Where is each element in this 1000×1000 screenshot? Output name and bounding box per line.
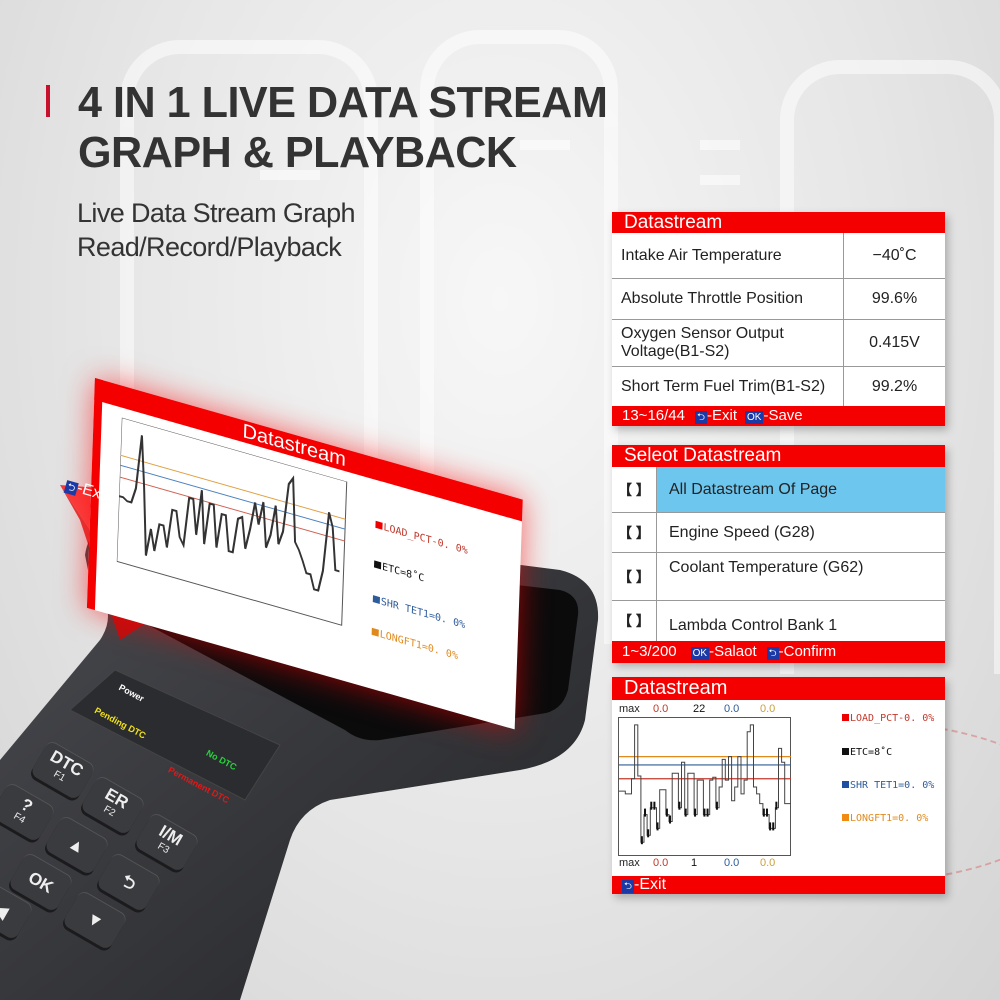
param-name: Intake Air Temperature [612, 233, 844, 278]
etc-marker [644, 808, 647, 817]
graph-panel-footer: ⮌ -Exit [612, 876, 945, 894]
subtitle-line-1: Live Data Stream Graph [77, 198, 356, 228]
max-value-etc: 22 [693, 703, 706, 715]
param-name: Oxygen Sensor Output Voltage(B1-S2) [612, 320, 844, 366]
page-title: 4 IN 1 LIVE DATA STREAM GRAPH & PLAYBACK [78, 78, 608, 178]
back-key-icon: ⮌ [766, 647, 779, 660]
legend-load-pct: LOAD_PCT-0. 0% [842, 713, 934, 724]
legend-swatch [842, 714, 849, 721]
table-row[interactable]: Oxygen Sensor Output Voltage(B1-S2) 0.41… [612, 319, 945, 366]
legend-longft1: LONGFT1=0. 0% [842, 813, 928, 824]
table-row[interactable]: Intake Air Temperature −40˚C [612, 233, 945, 278]
min-value-etc: 1 [691, 857, 698, 869]
ok-key-icon: OK [690, 647, 710, 660]
projected-legend-longft: LONGFT1=0. 0% [371, 627, 458, 662]
min-value-load: 0.0 [653, 857, 669, 869]
graph-bottom-row: max 0.0 1 0.0 0.0 [619, 857, 839, 869]
back-key-icon: ⮌ [622, 880, 635, 893]
etc-marker [762, 808, 765, 817]
datastream-panel-footer: 13~16/44 ⮌ -Exit OK -Save [612, 406, 945, 426]
ok-key-icon: OK [745, 411, 764, 424]
table-row[interactable]: Short Term Fuel Trim(B1-S2) 99.2% [612, 366, 945, 406]
save-button[interactable]: OK -Save [745, 406, 803, 426]
graph-plot [618, 717, 791, 856]
checkbox[interactable]: 【 】 [612, 513, 657, 552]
list-item-selected[interactable]: 【 】 All Datastream Of Page [612, 467, 945, 512]
max-value-longft: 0.0 [760, 703, 776, 715]
datastream-panel-title: Datastream [612, 212, 945, 233]
param-value: −40˚C [872, 246, 917, 264]
graph-panel-title: Datastream [612, 677, 945, 700]
legend-swatch [842, 814, 849, 821]
param-value: 0.415V [869, 334, 920, 351]
title-line-2: GRAPH & PLAYBACK [78, 128, 517, 177]
param-name: Absolute Throttle Position [612, 279, 844, 319]
max-value-load: 0.0 [653, 703, 669, 715]
etc-marker [665, 808, 668, 817]
max-label: max [619, 703, 640, 715]
page-indicator: 13~16/44 [622, 407, 685, 424]
etc-marker [715, 801, 718, 810]
list-item-label: Engine Speed (G28) [669, 523, 815, 541]
etc-marker [684, 808, 687, 817]
min-value-shr: 0.0 [724, 857, 740, 869]
etc-marker [669, 815, 672, 824]
checkbox[interactable]: 【 】 [612, 467, 657, 512]
min-label: max [619, 857, 640, 869]
exit-button[interactable]: ⮌ -Exit [694, 406, 737, 426]
datastream-panel: Datastream Intake Air Temperature −40˚C … [612, 212, 945, 426]
legend-etc: ETC=8˚C [842, 747, 892, 758]
min-value-longft: 0.0 [760, 857, 776, 869]
list-item-label: All Datastream Of Page [657, 467, 945, 512]
projected-legend-shr: SHR TET1=0. 0% [372, 594, 465, 631]
etc-marker [647, 829, 650, 838]
max-value-shr: 0.0 [724, 703, 740, 715]
etc-marker [656, 822, 659, 831]
param-value: 99.2% [871, 377, 918, 395]
legend-swatch [842, 781, 849, 788]
page-indicator: 1~3/200 [622, 643, 677, 660]
legend-shr-tet1: SHR TET1=0. 0% [842, 780, 934, 791]
confirm-button[interactable]: ⮌ -Confirm [766, 642, 836, 662]
etc-marker [640, 836, 643, 845]
accent-bar [46, 85, 50, 117]
graph-panel: Datastream max 0.0 22 0.0 0.0 max 0.0 1 … [612, 677, 945, 894]
list-item-label: Coolant Temperature (G62) [669, 559, 864, 576]
etc-marker [650, 801, 653, 810]
background-light [700, 175, 740, 185]
legend-swatch [842, 748, 849, 755]
etc-marker [772, 822, 775, 831]
projected-legend-etc: ETC=8˚C [373, 559, 424, 585]
etc-marker [769, 822, 772, 831]
list-item[interactable]: 【 】 Engine Speed (G28) [612, 512, 945, 552]
etc-marker [678, 801, 681, 810]
etc-marker [653, 801, 656, 810]
list-item[interactable]: 【 】 Coolant Temperature (G62) [612, 552, 945, 600]
graph-top-row: max 0.0 22 0.0 0.0 [619, 703, 839, 715]
etc-marker [765, 808, 768, 817]
param-value: 99.6% [871, 290, 918, 307]
background-light [700, 140, 740, 150]
back-key-icon: ⮌ [694, 411, 707, 424]
etc-marker [694, 808, 697, 817]
etc-marker [775, 801, 778, 810]
select-datastream-panel: Seleot Datastream 【 】 All Datastream Of … [612, 445, 945, 663]
list-item-label: Lambda Control Bank 1 [669, 617, 838, 634]
table-row[interactable]: Absolute Throttle Position 99.6% [612, 278, 945, 319]
etc-marker [706, 808, 709, 817]
select-panel-title: Seleot Datastream [612, 445, 945, 467]
subtitle: Live Data Stream Graph Read/Record/Playb… [77, 196, 356, 264]
projected-legend-load: LOAD_PCT-0. 0% [375, 520, 468, 557]
checkbox[interactable]: 【 】 [612, 553, 657, 600]
checkbox[interactable]: 【 】 [612, 601, 657, 641]
subtitle-line-2: Read/Record/Playback [77, 232, 342, 262]
list-item[interactable]: 【 】 Lambda Control Bank 1 [612, 600, 945, 641]
title-line-1: 4 IN 1 LIVE DATA STREAM [78, 78, 608, 127]
etc-marker [703, 808, 706, 817]
param-name: Short Term Fuel Trim(B1-S2) [612, 367, 844, 406]
exit-button[interactable]: ⮌ -Exit [622, 875, 666, 895]
select-panel-footer: 1~3/200 OK -Salaot ⮌ -Confirm [612, 641, 945, 663]
select-button[interactable]: OK -Salaot [690, 642, 757, 662]
